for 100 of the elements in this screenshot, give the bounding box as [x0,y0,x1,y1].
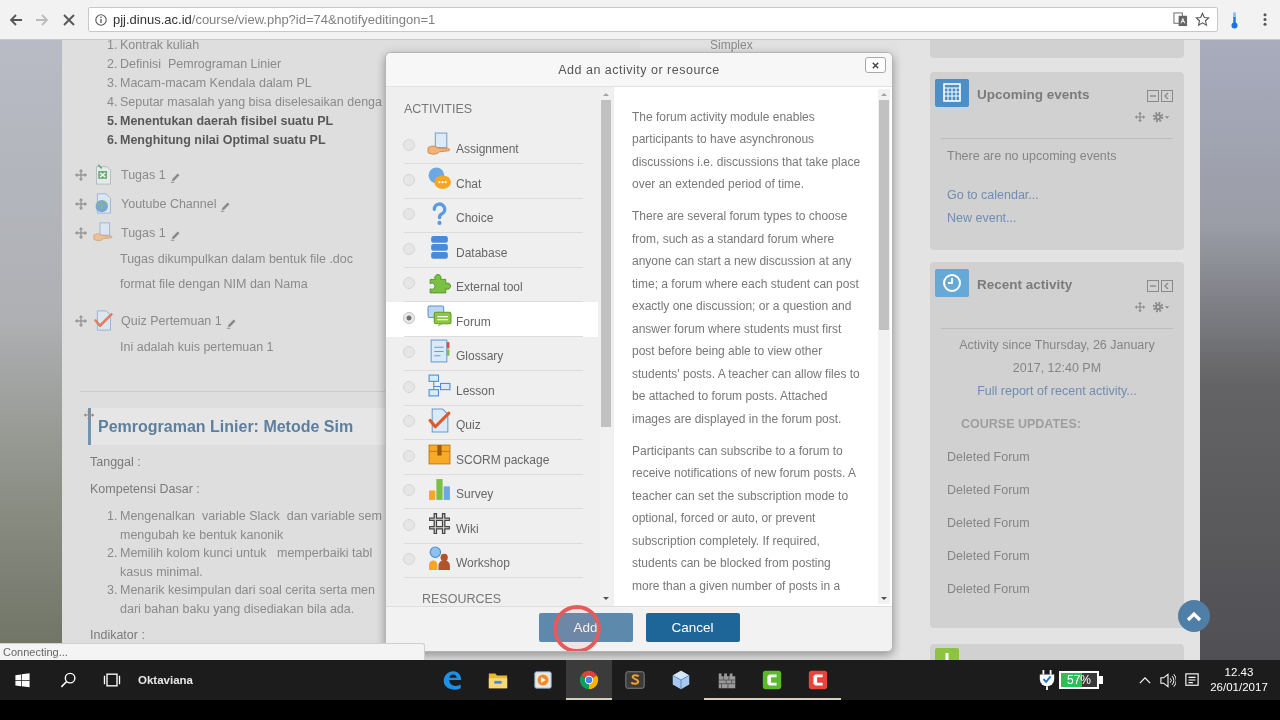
move-icon[interactable] [74,167,88,182]
dialog-button[interactable]: Add [538,613,633,642]
list-item: 2. Memilih kolom kunci untuk memperbaiki tabl kasus minimal. [107,545,373,581]
taskbar-label[interactable]: Oktaviana [138,674,193,686]
description-paragraph: There are several forum types to choose from, such as a standard forum where anyone can start a new discussion at any time; a forum where each student can post exactly one discussion; or a question and answer forum where students must first post before being able to view other students' posts. A teacher can allow files to be attached to forum posts. Attached images are displayed in the forum post. [632,208,860,428]
bracket-tile-icon [761,669,784,691]
list-item: 3. Macam-macam Kendala dalam PL [107,75,312,92]
radio-button[interactable] [403,173,415,186]
back-icon[interactable] [8,11,24,28]
radio-button[interactable] [403,553,415,565]
field-label: Kompetensi Dasar : [90,481,200,498]
hand-paper-icon [93,221,114,244]
radio-button[interactable] [403,449,415,462]
taskbar-app[interactable] [566,660,613,700]
move-icon[interactable] [1134,301,1146,313]
more-menu-icon[interactable] [1263,12,1267,27]
list-item: 4. Seputar masalah yang bisa diselesaikan denga [107,94,382,111]
bracket-tile-icon [807,669,830,691]
gear-menu-icon[interactable] [1152,111,1171,123]
bar-chart-icon [427,476,452,502]
move-icon[interactable] [74,225,88,240]
status-bubble: Connecting... [0,643,425,660]
move-icon[interactable] [74,313,88,328]
clock-time[interactable]: 12.43 [1224,665,1254,680]
dock-icon[interactable] [1161,280,1173,292]
description-paragraph: Participants can subscribe to a forum to receive notifications of new forum posts. A teacher can set the subscription mode to optional, forced or auto, or prevent subscription completely. If required, students can be blocked from posting more than a given number of posts in a [632,442,857,595]
update-item: Deleted Forum [947,449,1030,466]
scrollbar[interactable] [878,89,890,604]
windows-logo-icon[interactable] [14,671,31,689]
radio-button[interactable] [403,208,415,220]
description-paragraph: The forum activity module enables participants to have asynchronous discussions i.e. discussions that take place over an extended period of time. [632,108,861,194]
list-item: 2. Definisi Pemrograman Linier [107,56,282,73]
move-icon[interactable] [1134,111,1146,123]
block-title: Recent activity [977,277,1073,292]
plus-icon[interactable] [935,648,959,660]
address-bar[interactable]: pjj.dinus.ac.id/course/view.php?id=74&notifyeditingon=1 [88,7,1218,32]
list-item: 3. Menarik kesimpulan dari soal cerita serta men dari bahan baku yang disediakan bila ada. [107,582,375,618]
star-icon[interactable] [1195,12,1210,27]
block-text: There are no upcoming events [947,148,1117,165]
radio-button[interactable] [403,415,415,427]
move-icon[interactable] [74,196,88,211]
forward-icon[interactable] [34,11,50,28]
section-text: Simplex [710,40,753,51]
play-tile-icon [532,669,555,691]
stop-icon[interactable] [61,11,77,28]
close-button[interactable] [865,57,886,73]
chevron-up-icon[interactable] [1139,675,1151,685]
activity-option[interactable]: Forum [386,302,598,337]
radio-button[interactable] [403,242,415,255]
update-item: Deleted Forum [947,482,1030,499]
chevron-up-icon [1186,610,1202,622]
hand-paper-icon [427,131,452,157]
plug-check-icon[interactable] [1038,669,1056,691]
search-icon[interactable] [59,670,78,690]
chat-bubbles-icon [427,166,452,191]
field-label: Indikator : [90,627,145,642]
block-title: Upcoming events [977,87,1090,102]
speaker-icon[interactable] [1160,672,1176,688]
section-title: Pemrograman Linier: Metode Sim [98,417,354,436]
list-item: 1. Mengenalkan variable Slack dan variable sem mengubah ke bentuk kanonik [107,508,382,544]
block-text: Activity since Thursday, 26 January 2017, 12:40 PM [958,337,1156,377]
list-item: 1. Kontrak kuliah [107,40,200,54]
radio-button[interactable] [403,484,415,496]
radio-button[interactable] [403,346,415,358]
dialog-title: Add an activity or resource [558,62,720,77]
list-item: 6. Menghitung nilai Optimal suatu PL [107,132,326,149]
knot-icon [427,511,452,536]
activity-link[interactable]: Youtube Channel [121,196,217,211]
checked-paper-icon [93,309,114,332]
radio-button[interactable] [403,277,415,289]
move-icon[interactable] [83,409,95,421]
gear-menu-icon[interactable] [1152,301,1171,313]
radio-button[interactable] [403,518,415,531]
squiggle-tile-icon [624,669,647,691]
list-item: 5. Menentukan daerah fisibel suatu PL [107,113,334,130]
notification-icon[interactable] [1185,673,1199,687]
activity-description: Tugas dikumpulkan dalam bentuk file .doc [120,251,353,268]
radio-button[interactable] [403,139,415,151]
info-icon[interactable] [95,13,107,26]
globe-page-icon [93,192,114,215]
minimize-icon[interactable] [1147,280,1159,292]
radio-button[interactable] [403,380,415,393]
translate-icon[interactable] [1173,12,1188,27]
dock-icon[interactable] [1161,90,1173,102]
speech-bubbles-icon [427,304,452,329]
category-heading: ACTIVITIES [403,101,473,117]
field-label: Tanggal : [90,454,141,471]
dialog-button[interactable]: Cancel [645,613,740,642]
thermometer-icon[interactable] [1230,10,1239,29]
clock-date[interactable]: 26/01/2017 [1210,680,1268,695]
activity-description: format file dengan NIM dan Nama [120,276,308,293]
flowchart-icon [427,373,452,398]
package-icon [427,442,452,467]
radio-button[interactable] [403,311,415,324]
tricolor-circle-icon [578,669,601,691]
people-icon [427,545,452,571]
spreadsheet-icon [93,163,114,186]
close-icon [871,60,880,70]
minimize-icon[interactable] [1147,90,1159,102]
category-heading: RESOURCES [421,592,502,606]
